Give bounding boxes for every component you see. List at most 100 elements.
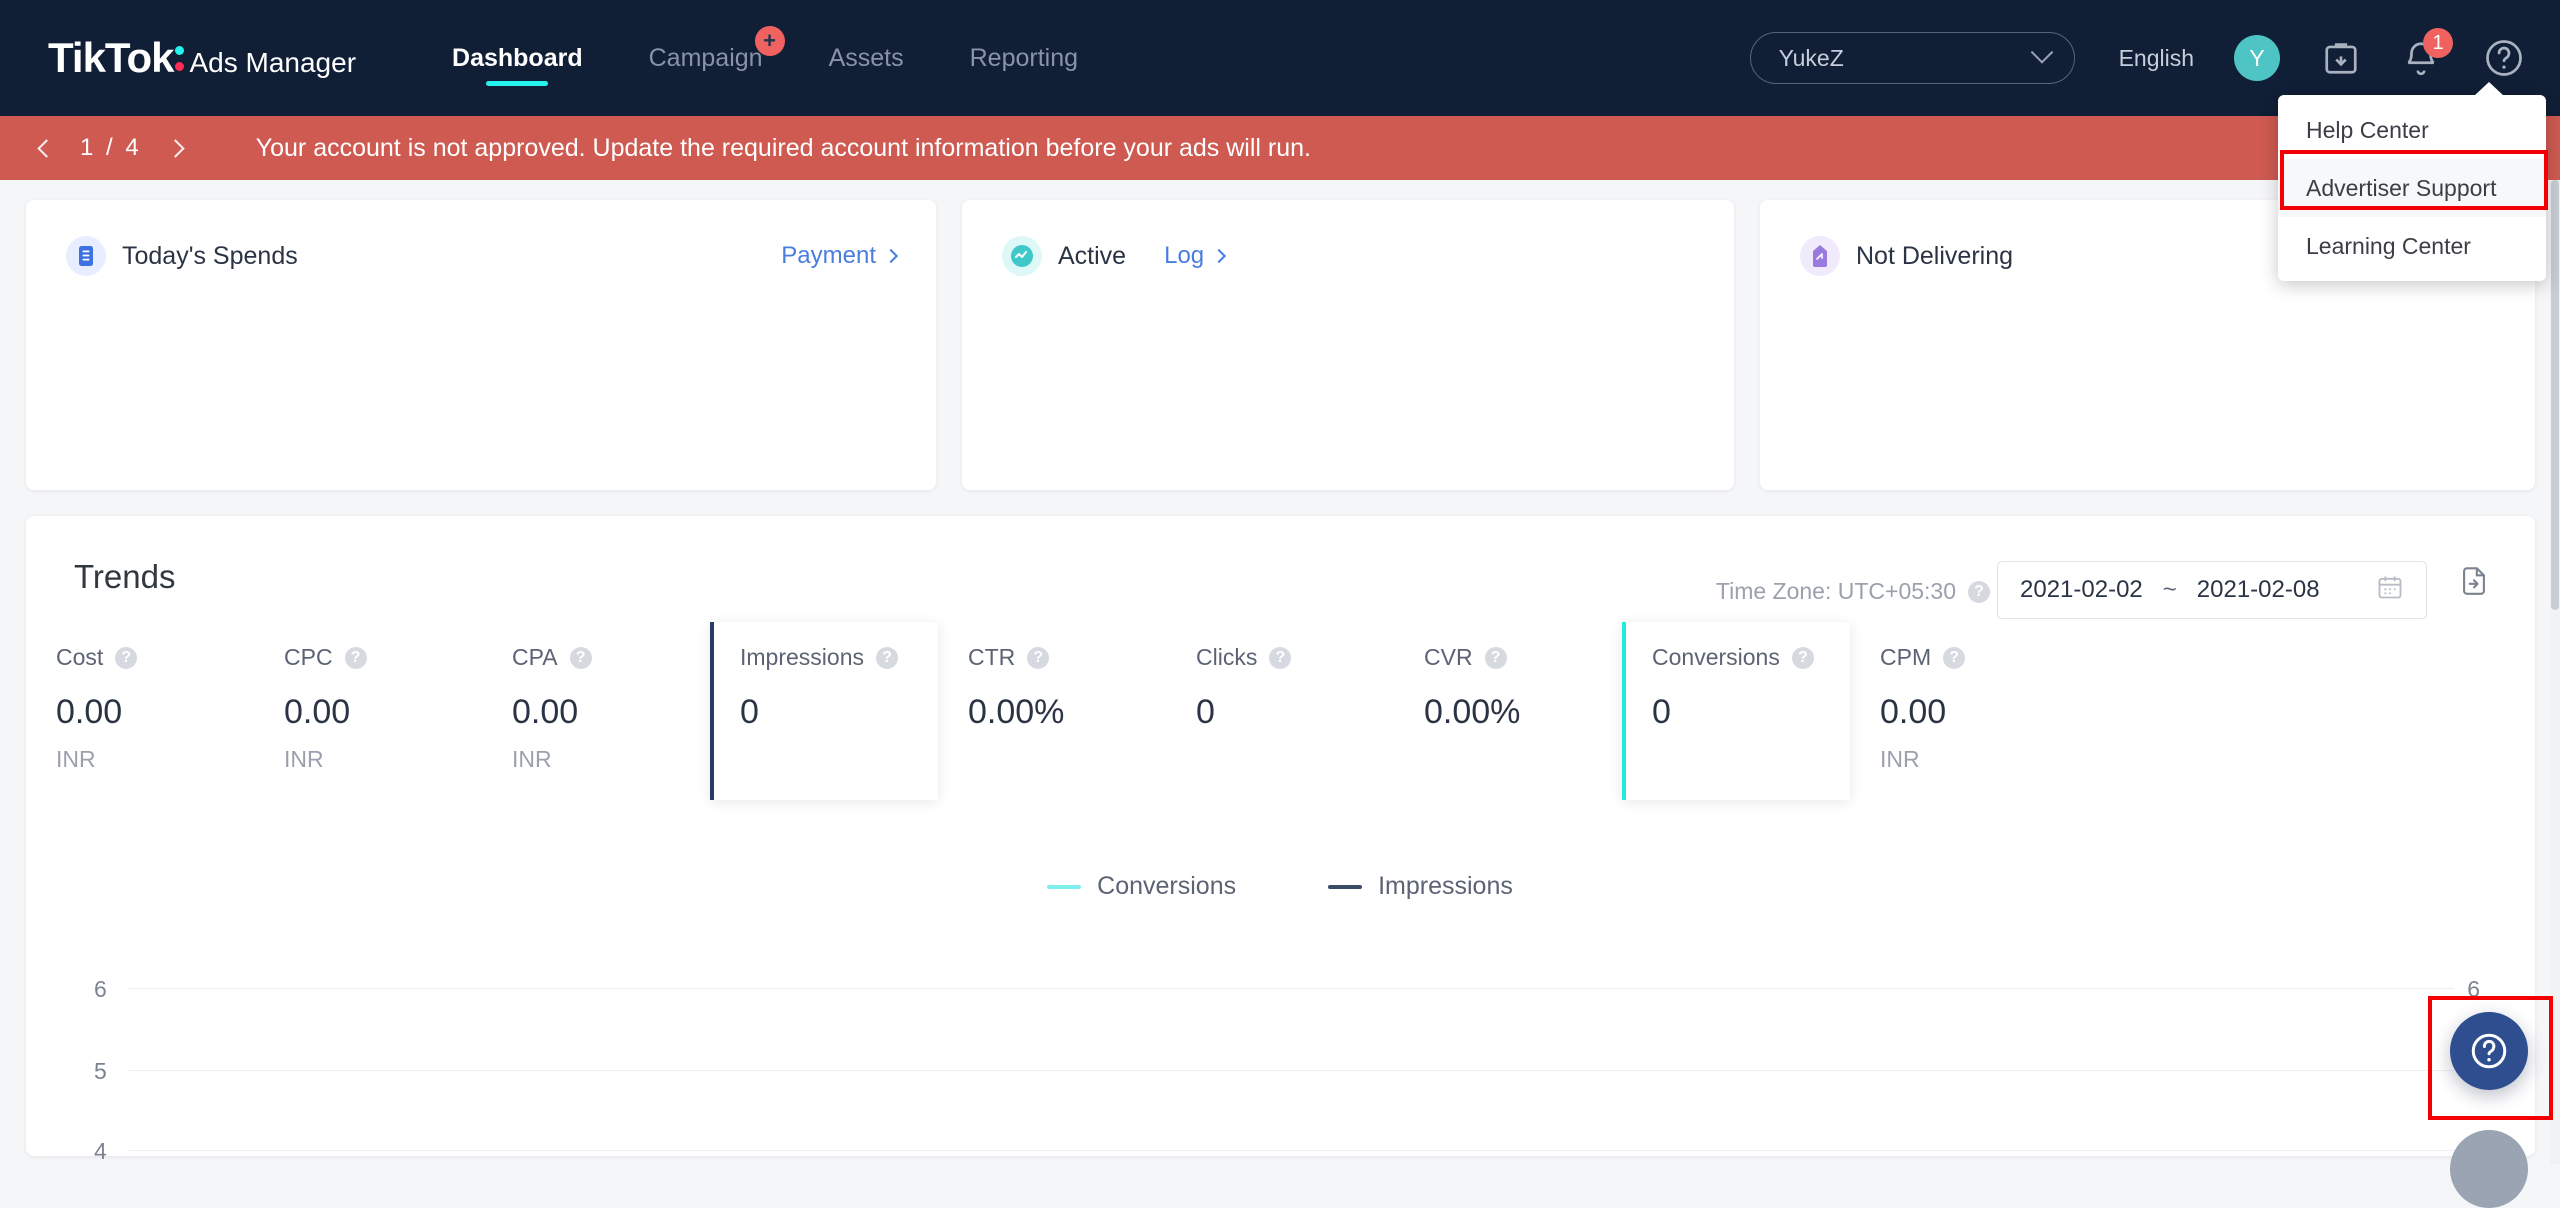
- chevron-right-icon: [883, 248, 899, 264]
- metric-clicks-label-row: Clicks?: [1196, 644, 1394, 671]
- avatar-initial: Y: [2249, 44, 2265, 71]
- nav-item-reporting[interactable]: Reporting: [970, 0, 1078, 116]
- metric-ctr[interactable]: CTR? 0.00%: [938, 622, 1166, 800]
- chart-legend: Conversions Impressions: [0, 872, 2560, 901]
- metric-cpm[interactable]: CPM? 0.00 INR: [1850, 622, 2078, 800]
- avatar[interactable]: Y: [2234, 35, 2280, 81]
- help-tooltip-icon[interactable]: ?: [1943, 646, 1966, 669]
- payment-link[interactable]: Payment: [781, 242, 899, 270]
- metric-cpc[interactable]: CPC? 0.00 INR: [254, 622, 482, 800]
- metric-cost-unit: INR: [56, 746, 96, 772]
- metric-cvr-unit: [1424, 746, 1622, 774]
- help-tooltip-icon[interactable]: ?: [1269, 646, 1292, 669]
- account-selector[interactable]: YukeZ: [1749, 32, 2075, 84]
- help-tooltip-icon[interactable]: ?: [1791, 646, 1814, 669]
- next-alert-icon[interactable]: [154, 126, 198, 170]
- help-tooltip-icon[interactable]: ?: [344, 646, 367, 669]
- time-zone-label: Time Zone: UTC+05:30 ?: [1716, 578, 1990, 605]
- metric-cpc-value: 0.00: [284, 693, 351, 731]
- metric-cpm-value: 0.00: [1880, 693, 1947, 731]
- metric-ctr-label: CTR: [968, 644, 1016, 670]
- metric-clicks-value: 0: [1196, 693, 1215, 731]
- not-delivering-title: Not Delivering: [1856, 241, 2014, 270]
- metric-impressions[interactable]: Impressions? 0: [710, 622, 938, 800]
- metric-clicks-unit: [1196, 746, 1394, 774]
- y-axis-tick-left-5: 5: [94, 1058, 107, 1084]
- floating-help-button[interactable]: [2450, 1012, 2528, 1090]
- spends-card-title: Today's Spends: [122, 241, 298, 270]
- metric-clicks[interactable]: Clicks? 0: [1166, 622, 1394, 800]
- alert-pager: 1 / 4: [24, 126, 198, 170]
- help-tooltip-icon[interactable]: ?: [1968, 580, 1990, 603]
- document-icon: [66, 236, 106, 276]
- metric-cpa-value: 0.00: [512, 693, 579, 731]
- prev-alert-icon[interactable]: [24, 126, 68, 170]
- metric-cpc-unit: INR: [284, 746, 324, 772]
- nav-label-reporting: Reporting: [969, 43, 1079, 72]
- help-tooltip-icon[interactable]: ?: [569, 646, 592, 669]
- date-range-picker[interactable]: 2021-02-02 ~ 2021-02-08: [1997, 561, 2427, 619]
- metric-cpm-unit: INR: [1880, 746, 1920, 772]
- metric-cpa-label-row: CPA?: [512, 644, 710, 671]
- nav-item-dashboard[interactable]: Dashboard: [452, 0, 583, 116]
- log-link[interactable]: Log: [1164, 242, 1227, 270]
- metric-conversions-value: 0: [1652, 693, 1671, 731]
- legend-label-impressions: Impressions: [1378, 872, 1513, 900]
- metric-conversions-label: Conversions: [1652, 644, 1780, 670]
- page-scrollbar[interactable]: [2550, 180, 2560, 1164]
- menu-item-help-center[interactable]: Help Center: [2278, 101, 2546, 159]
- menu-item-learning-center[interactable]: Learning Center: [2278, 217, 2546, 275]
- notification-badge: 1: [2423, 28, 2453, 58]
- metric-cpc-label: CPC: [284, 644, 333, 670]
- y-axis-tick-left-6: 6: [94, 976, 107, 1002]
- spends-card-header: Today's Spends Payment: [26, 200, 936, 276]
- metric-conversions-label-row: Conversions?: [1652, 644, 1850, 671]
- language-selector[interactable]: English: [2119, 45, 2194, 72]
- trends-line-chart: 6 5 4 6 4: [26, 950, 2535, 1164]
- help-tooltip-icon[interactable]: ?: [115, 646, 138, 669]
- metric-conversions[interactable]: Conversions? 0: [1622, 622, 1850, 800]
- menu-item-advertiser-support[interactable]: Advertiser Support: [2278, 159, 2546, 217]
- y-axis-tick-right-6: 6: [2467, 976, 2480, 1002]
- metric-cost[interactable]: Cost? 0.00 INR: [26, 622, 254, 800]
- time-zone-text: Time Zone: UTC+05:30: [1715, 578, 1956, 604]
- menu-label-learning-center: Learning Center: [2306, 232, 2471, 259]
- active-card-header: Active Log: [962, 200, 1734, 276]
- trends-metrics-row: Cost? 0.00 INR CPC? 0.00 INR CPA? 0.00 I…: [26, 622, 2535, 800]
- tiktok-logo[interactable]: TikTok Ads Manager: [48, 34, 356, 82]
- help-tooltip-icon[interactable]: ?: [1484, 646, 1507, 669]
- metric-cpa-unit: INR: [512, 746, 552, 772]
- gridline: [129, 1150, 2454, 1151]
- legend-swatch-impressions: [1328, 884, 1363, 889]
- metric-cvr[interactable]: CVR? 0.00%: [1394, 622, 1622, 800]
- active-card-title: Active: [1058, 241, 1127, 270]
- legend-item-conversions[interactable]: Conversions: [1047, 872, 1236, 901]
- metric-cpm-label: CPM: [1880, 644, 1932, 670]
- nav-item-campaign[interactable]: Campaign +: [649, 0, 785, 116]
- export-report-icon[interactable]: [2457, 564, 2491, 603]
- help-tooltip-icon[interactable]: ?: [875, 646, 898, 669]
- trends-title: Trends: [74, 558, 176, 595]
- account-alert-banner: 1 / 4 Your account is not approved. Upda…: [0, 116, 2560, 180]
- help-tooltip-icon[interactable]: ?: [1027, 646, 1050, 669]
- metric-clicks-label: Clicks: [1196, 644, 1258, 670]
- legend-item-impressions[interactable]: Impressions: [1328, 872, 1513, 901]
- todays-spends-card: Today's Spends Payment 0.00 INR Account …: [26, 200, 936, 628]
- y-axis-tick-left-4: 4: [94, 1138, 107, 1164]
- nav-label-assets: Assets: [828, 43, 904, 72]
- metric-cpa-label: CPA: [512, 644, 558, 670]
- metric-impressions-label: Impressions: [740, 644, 864, 670]
- metric-cost-label: Cost: [56, 644, 104, 670]
- metric-cpa[interactable]: CPA? 0.00 INR: [482, 622, 710, 800]
- inbox-icon[interactable]: [2322, 39, 2360, 77]
- bell-icon[interactable]: 1: [2402, 28, 2453, 77]
- floating-secondary-button[interactable]: [2450, 1130, 2528, 1208]
- metric-impressions-unit: [740, 746, 938, 774]
- legend-swatch-conversions: [1047, 884, 1082, 889]
- metric-impressions-value: 0: [740, 693, 759, 731]
- help-circle-icon[interactable]: [2482, 36, 2526, 80]
- metric-impressions-label-row: Impressions?: [740, 644, 938, 671]
- nav-item-assets[interactable]: Assets: [829, 0, 904, 116]
- alert-page-indicator: 1 / 4: [80, 134, 142, 162]
- nav-label-dashboard: Dashboard: [452, 43, 583, 72]
